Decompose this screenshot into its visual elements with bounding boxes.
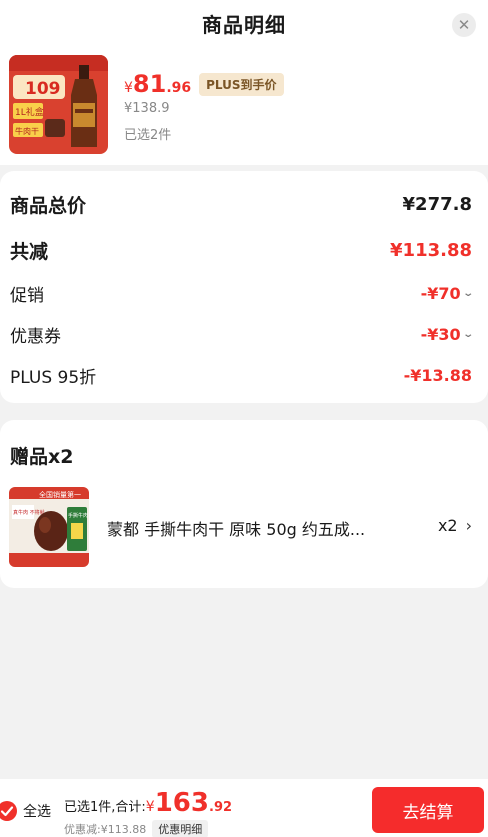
product-card[interactable]: 109 1L礼盒 牛肉干 ¥ 81 .96 PLUS到手价 ¥138.9 已选2…: [0, 50, 488, 165]
product-price: ¥ 81 .96 PLUS到手价: [124, 70, 284, 98]
plus-value: -¥13.88: [403, 366, 472, 385]
selected-count: 已选2件: [124, 128, 172, 143]
price-summary: 商品总价 ¥277.8 共减 ¥113.88 促销 -¥70 ⌄ 优惠券 -¥3…: [0, 171, 488, 403]
total-symbol: ¥: [145, 799, 155, 815]
gifts-section: 赠品x2 全国销量第一 真牛肉 不将就 手撕牛肉 蒙都 手撕牛肉干 原味 50g…: [0, 420, 488, 588]
gift-quantity[interactable]: x2 ›: [438, 516, 472, 535]
footer-total: 已选1件,合计: ¥ 163 .92: [64, 788, 232, 818]
gift-qty-value: x2: [437, 516, 458, 535]
summary-coupon-row[interactable]: 优惠券 -¥30 ⌄: [10, 322, 474, 347]
coupon-value: -¥30: [420, 325, 461, 344]
product-thumbnail[interactable]: 109 1L礼盒 牛肉干: [9, 55, 108, 154]
coupon-label: 优惠券: [10, 327, 61, 347]
checkout-footer: 全选 已选1件,合计: ¥ 163 .92 优惠减:¥113.88 优惠明细 去…: [0, 779, 488, 837]
discount-detail-button[interactable]: 优惠明细: [152, 820, 209, 837]
plus-label: PLUS 95折: [10, 368, 97, 388]
summary-plus-row: PLUS 95折 -¥13.88: [10, 363, 472, 388]
coupon-value-wrap[interactable]: -¥30 ⌄: [420, 325, 474, 344]
close-icon[interactable]: ✕: [452, 13, 476, 37]
promo-value-wrap[interactable]: -¥70 ⌄: [420, 284, 474, 303]
selected-summary-text: 已选1件,合计:: [64, 800, 146, 815]
total-decimal: .92: [209, 800, 233, 815]
gift-thumbnail[interactable]: 全国销量第一 真牛肉 不将就 手撕牛肉: [9, 487, 89, 567]
chevron-right-icon: ›: [465, 516, 472, 535]
discount-label: 共减: [10, 241, 49, 263]
svg-text:109: 109: [25, 79, 61, 99]
discount-value: ¥113.88: [390, 240, 472, 261]
plus-price-badge: PLUS到手价: [199, 72, 284, 96]
svg-text:全国销量第一: 全国销量第一: [39, 490, 81, 499]
svg-text:牛肉干: 牛肉干: [15, 126, 39, 136]
summary-total-row: 商品总价 ¥277.8: [10, 191, 472, 218]
promo-label: 促销: [10, 286, 44, 306]
chevron-down-icon: ⌄: [461, 329, 474, 340]
total-integer: 163: [154, 788, 209, 818]
svg-text:手撕牛肉: 手撕牛肉: [68, 512, 88, 519]
discount-summary-text: 优惠减:¥113.88: [64, 823, 147, 836]
gifts-title: 赠品x2: [10, 446, 74, 468]
check-icon: [0, 806, 14, 817]
price-integer: 81: [132, 70, 167, 98]
checkout-button[interactable]: 去结算: [372, 787, 484, 833]
total-label: 商品总价: [10, 195, 87, 217]
header: 商品明细 ✕: [0, 0, 488, 50]
gift-image: 全国销量第一 真牛肉 不将就 手撕牛肉: [9, 487, 89, 567]
total-value: ¥277.8: [402, 194, 472, 215]
footer-discount: 优惠减:¥113.88 优惠明细: [64, 820, 209, 837]
summary-promo-row[interactable]: 促销 -¥70 ⌄: [10, 281, 474, 306]
select-all-checkbox[interactable]: [0, 801, 17, 821]
page-title: 商品明细: [202, 13, 286, 37]
gift-item-name[interactable]: 蒙都 手撕牛肉干 原味 50g 约五成...: [107, 516, 397, 540]
promo-value: -¥70: [420, 284, 461, 303]
price-symbol: ¥: [124, 80, 133, 96]
select-all-label[interactable]: 全选: [23, 801, 51, 821]
svg-text:1L礼盒: 1L礼盒: [15, 106, 44, 118]
original-price: ¥138.9: [124, 101, 170, 116]
summary-discount-row: 共减 ¥113.88: [10, 237, 472, 264]
chevron-down-icon: ⌄: [461, 288, 474, 299]
svg-text:真牛肉 不将就: 真牛肉 不将就: [13, 509, 45, 516]
product-image: 109 1L礼盒 牛肉干: [9, 55, 108, 154]
price-decimal: .96: [166, 80, 192, 96]
